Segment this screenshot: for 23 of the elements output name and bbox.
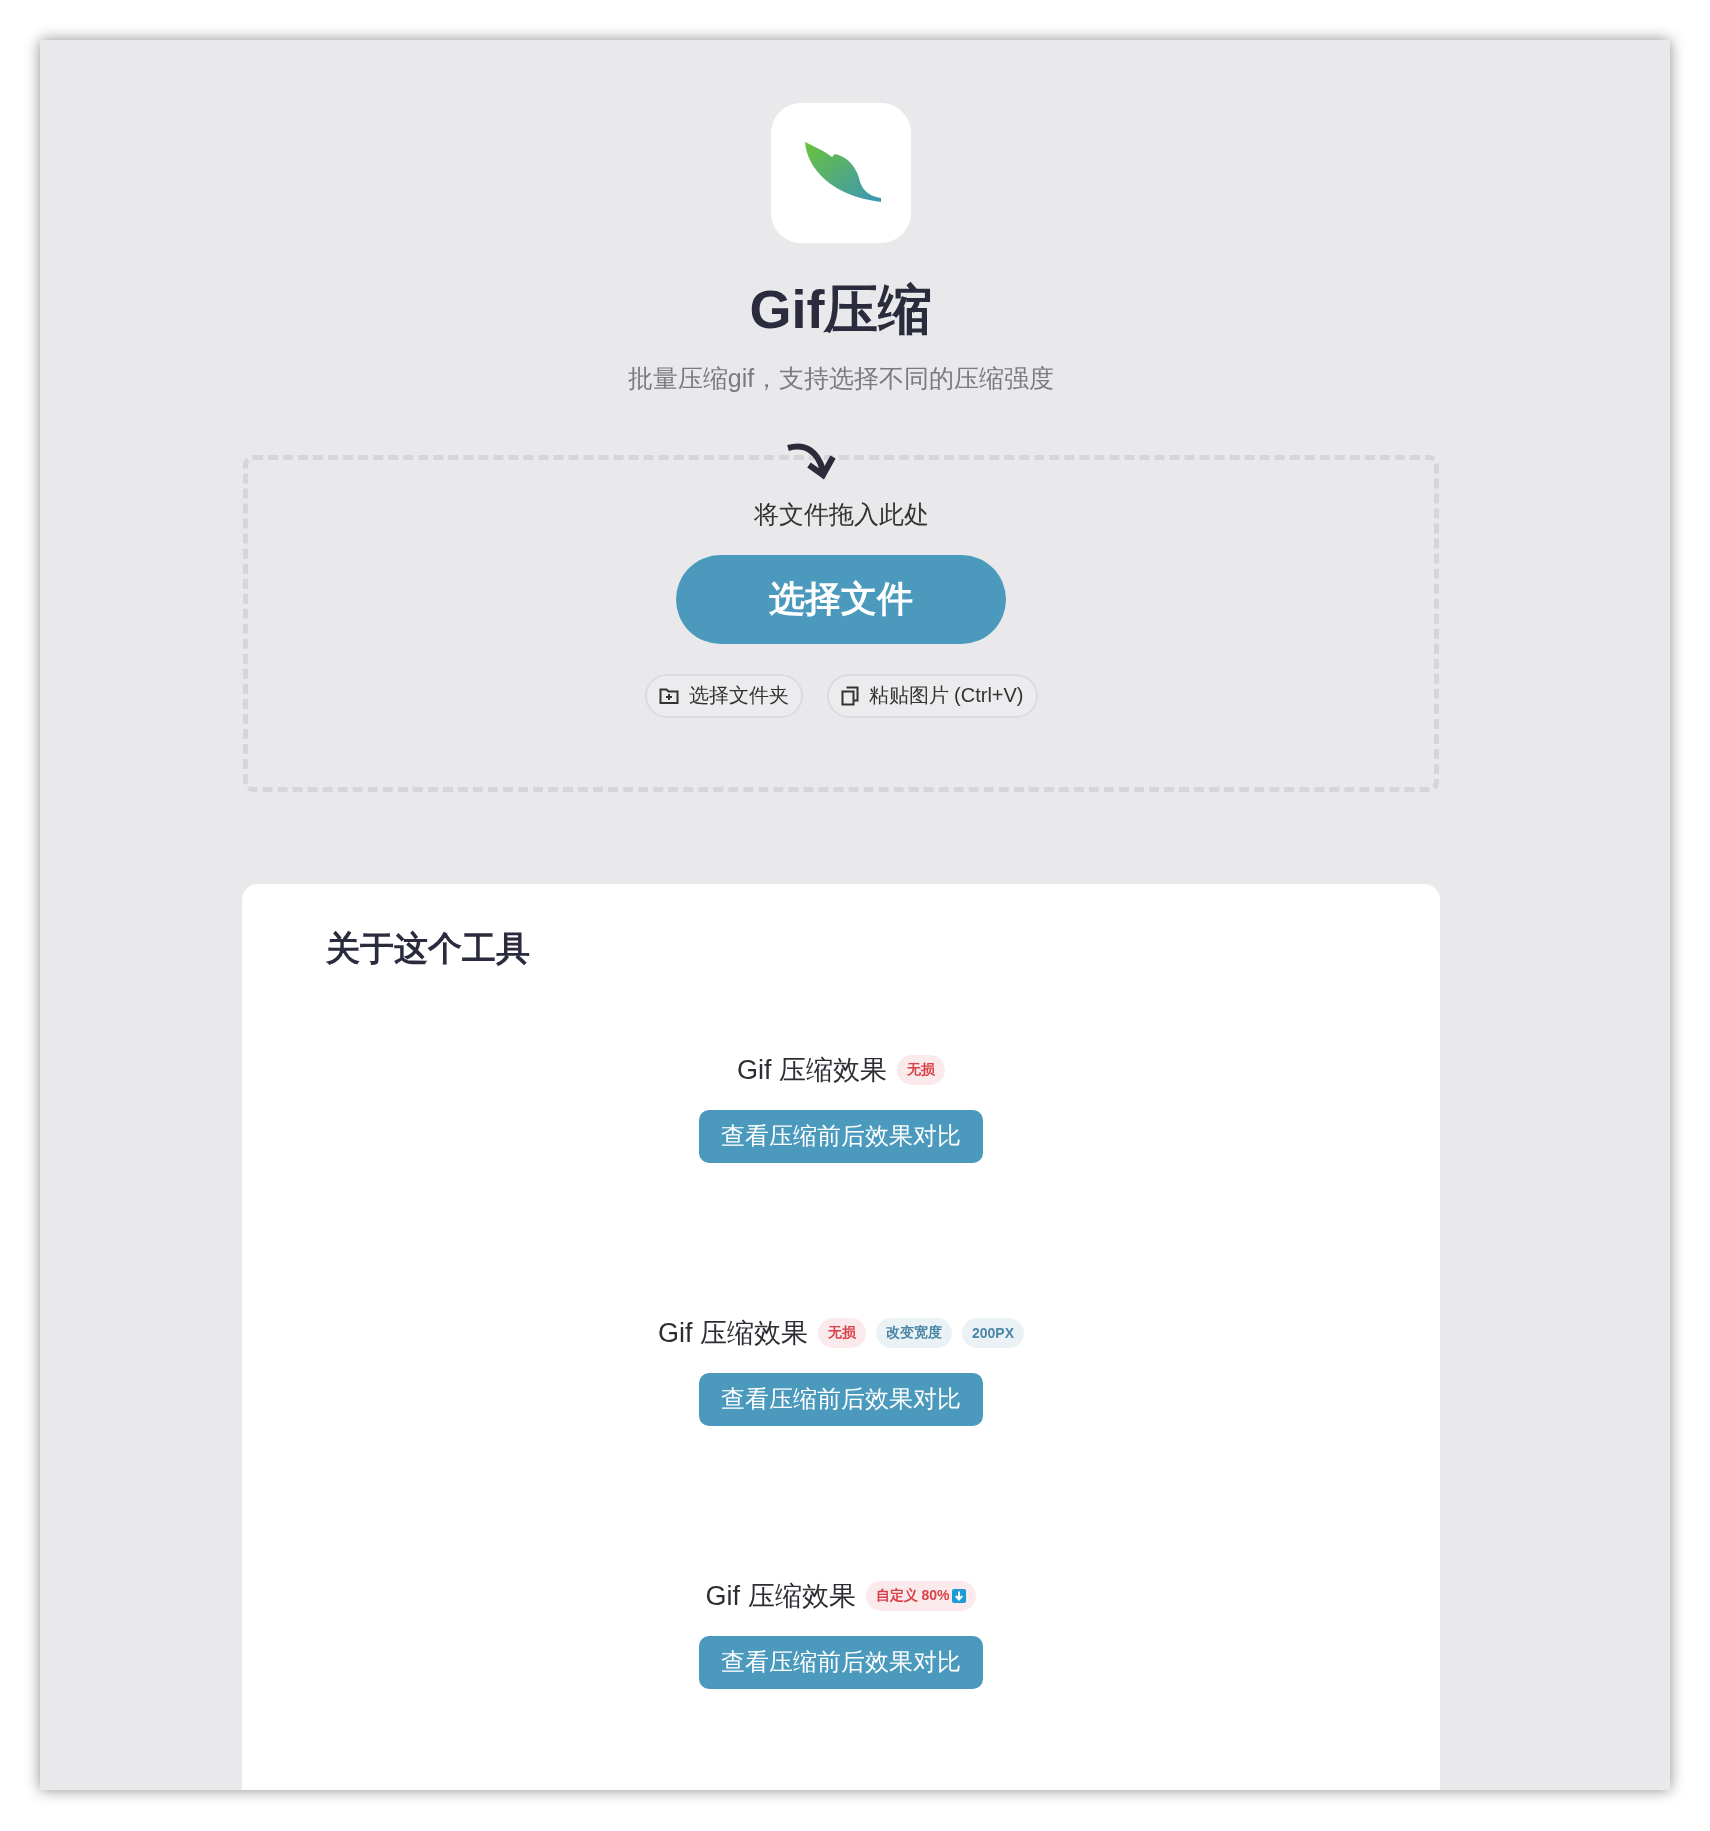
- example-title: Gif 压缩效果: [737, 1053, 887, 1087]
- example-title: Gif 压缩效果: [657, 1316, 808, 1350]
- app-logo-icon: [771, 103, 911, 243]
- example-title: Gif 压缩效果: [705, 1579, 856, 1613]
- drop-zone[interactable]: 将文件拖入此处 选择文件 选择文件夹 粘贴图片 (Ctrl+V): [243, 454, 1439, 792]
- copy-icon: [840, 685, 859, 706]
- choose-folder-button[interactable]: 选择文件夹: [644, 673, 803, 718]
- tag: 无损: [818, 1317, 866, 1348]
- folder-plus-icon: [658, 686, 679, 705]
- compare-button[interactable]: 查看压缩前后效果对比: [699, 1372, 983, 1426]
- compare-button[interactable]: 查看压缩前后效果对比: [699, 1635, 983, 1689]
- download-arrow-icon: [952, 1588, 967, 1603]
- section-heading: 关于这个工具: [326, 927, 530, 969]
- page-title: Gif压缩: [749, 278, 933, 341]
- drop-hint: 将文件拖入此处: [753, 498, 929, 530]
- tag: 无损: [897, 1054, 945, 1085]
- page-subtitle: 批量压缩gif，支持选择不同的压缩强度: [627, 362, 1055, 394]
- tag: 自定义 80%: [865, 1580, 977, 1611]
- tag: 200PX: [962, 1317, 1025, 1348]
- compare-button[interactable]: 查看压缩前后效果对比: [699, 1109, 983, 1163]
- tag: 改变宽度: [876, 1317, 952, 1348]
- paste-image-button[interactable]: 粘贴图片 (Ctrl+V): [826, 673, 1038, 718]
- choose-file-button[interactable]: 选择文件: [676, 554, 1006, 644]
